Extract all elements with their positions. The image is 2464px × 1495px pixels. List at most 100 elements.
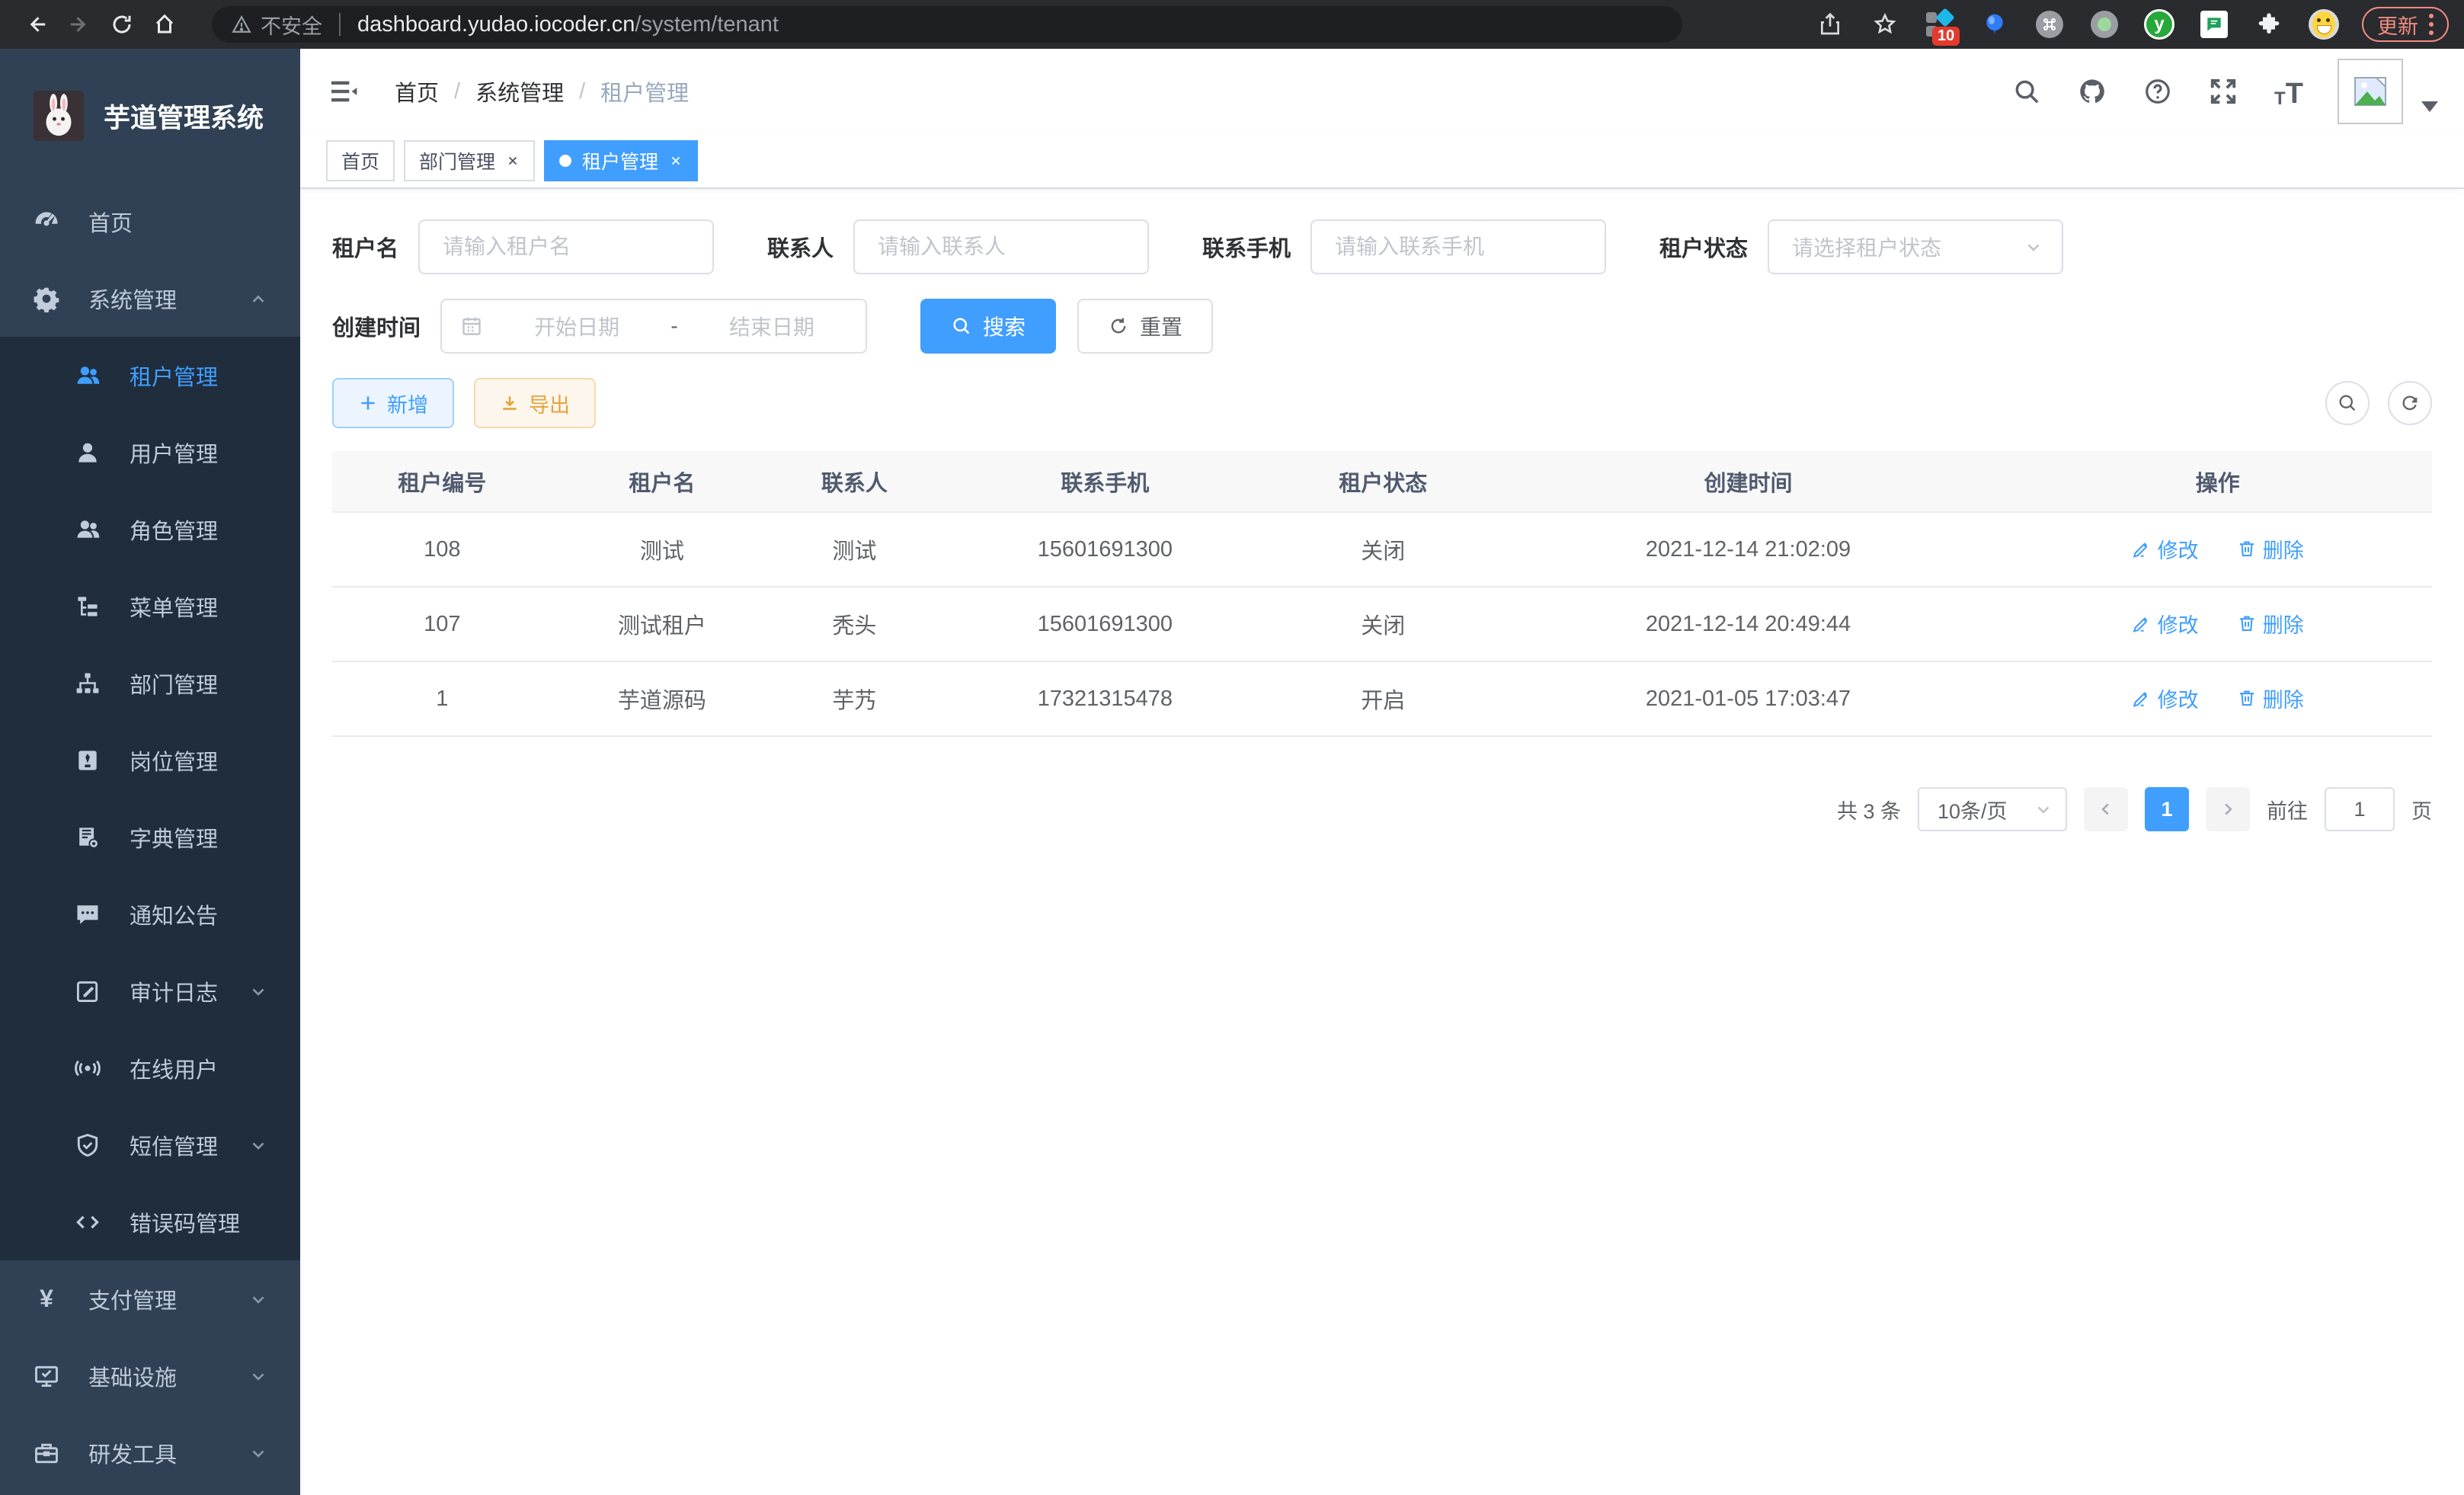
mobile-input[interactable] — [1310, 219, 1606, 274]
hide-search-button[interactable] — [2325, 381, 2370, 425]
sidebar-logo[interactable]: 芋道管理系统 — [0, 49, 300, 183]
home-icon[interactable] — [143, 3, 186, 46]
chevron-left-icon — [2098, 801, 2114, 818]
sidebar-item-system[interactable]: 系统管理 — [0, 260, 300, 337]
sidebar-item-infra[interactable]: 基础设施 — [0, 1337, 300, 1414]
back-icon[interactable] — [15, 3, 58, 46]
col-contact: 联系人 — [772, 451, 936, 512]
browser-menu-icon[interactable] — [2429, 14, 2434, 35]
address-bar[interactable]: 不安全 dashboard.yudao.iocoder.cn/system/te… — [212, 6, 1682, 43]
sidebar-item-user[interactable]: 用户管理 — [0, 414, 300, 491]
table-row: 108 测试 测试 15601691300 关闭 2021-12-14 21:0… — [332, 512, 2432, 587]
bookmark-star-icon[interactable] — [1868, 8, 1902, 41]
reset-button[interactable]: 重置 — [1077, 299, 1213, 354]
broadcast-icon — [73, 1054, 102, 1083]
sidebar-item-devtools[interactable]: 研发工具 — [0, 1414, 300, 1491]
search-button[interactable]: 搜索 — [920, 299, 1056, 354]
sidebar-item-tenant[interactable]: 租户管理 — [0, 337, 300, 414]
message-icon — [73, 900, 102, 929]
close-icon[interactable] — [506, 154, 520, 168]
cell-name: 芋道源码 — [552, 661, 773, 736]
chevron-up-icon — [248, 289, 268, 309]
next-page-button[interactable] — [2206, 787, 2250, 831]
search-icon[interactable] — [2010, 75, 2043, 108]
delete-link[interactable]: 删除 — [2237, 534, 2304, 564]
cell-contact: 芋艿 — [772, 661, 936, 736]
sidebar-item-dept[interactable]: 部门管理 — [0, 645, 300, 722]
extension-tasks-icon[interactable]: 10 — [1923, 8, 1957, 41]
forward-icon[interactable] — [58, 3, 101, 46]
github-icon[interactable] — [2075, 75, 2109, 108]
sidebar-item-label: 研发工具 — [88, 1437, 177, 1469]
chrome-update-button[interactable]: 更新 — [2362, 7, 2449, 42]
edit-link[interactable]: 修改 — [2132, 683, 2199, 713]
avatar-caret-icon[interactable] — [2421, 101, 2438, 112]
fullscreen-icon[interactable] — [2206, 75, 2240, 108]
sidebar-item-menu[interactable]: 菜单管理 — [0, 568, 300, 645]
extension-balloon-icon[interactable] — [1978, 8, 2011, 41]
tab-home[interactable]: 首页 — [326, 140, 395, 181]
extension-chat-icon[interactable] — [2197, 8, 2231, 41]
table-row: 1 芋道源码 芋艿 17321315478 开启 2021-01-05 17:0… — [332, 661, 2432, 736]
reload-icon[interactable] — [101, 3, 143, 46]
goto-page-input[interactable] — [2325, 787, 2395, 831]
tenant-table: 租户编号 租户名 联系人 联系手机 租户状态 创建时间 操作 108 测试 测试 — [332, 451, 2432, 737]
sidebar-item-home[interactable]: 首页 — [0, 183, 300, 260]
divider — [339, 13, 341, 36]
breadcrumb-home[interactable]: 首页 — [395, 75, 439, 107]
chevron-right-icon — [2219, 801, 2236, 818]
export-button[interactable]: 导出 — [474, 378, 596, 428]
add-button[interactable]: 新增 — [332, 378, 454, 428]
calendar-icon — [460, 315, 483, 338]
avatar[interactable] — [2338, 59, 2403, 124]
sidebar-item-pay[interactable]: ¥ 支付管理 — [0, 1260, 300, 1337]
share-icon[interactable] — [1813, 8, 1847, 41]
sidebar-item-audit[interactable]: 审计日志 — [0, 952, 300, 1029]
sidebar-item-label: 支付管理 — [88, 1283, 177, 1315]
sidebar-item-role[interactable]: 角色管理 — [0, 491, 300, 568]
date-range-picker[interactable]: 开始日期 - 结束日期 — [440, 299, 867, 354]
pencil-icon — [2132, 688, 2152, 708]
font-size-icon[interactable]: TT — [2272, 75, 2306, 108]
log-edit-icon — [73, 977, 102, 1006]
sidebar-item-label: 错误码管理 — [130, 1206, 240, 1238]
tenant-name-input[interactable] — [418, 219, 714, 274]
delete-link[interactable]: 删除 — [2237, 609, 2304, 639]
cell-id: 107 — [332, 587, 552, 661]
help-icon[interactable] — [2141, 75, 2174, 108]
edit-link[interactable]: 修改 — [2132, 534, 2199, 564]
breadcrumb-system[interactable]: 系统管理 — [475, 75, 564, 107]
date-end-placeholder: 结束日期 — [696, 311, 847, 341]
tab-dept[interactable]: 部门管理 — [404, 140, 535, 181]
sidebar-collapse-icon[interactable] — [326, 75, 360, 108]
sidebar-item-online[interactable]: 在线用户 — [0, 1029, 300, 1106]
close-icon[interactable] — [669, 154, 683, 168]
sidebar-item-notice[interactable]: 通知公告 — [0, 876, 300, 952]
page-number-button[interactable]: 1 — [2145, 787, 2189, 831]
breadcrumb: 首页 / 系统管理 / 租户管理 — [395, 75, 689, 107]
sidebar-item-errcode[interactable]: 错误码管理 — [0, 1183, 300, 1260]
browser-toolbar: 不安全 dashboard.yudao.iocoder.cn/system/te… — [0, 0, 2464, 49]
extension-y-icon[interactable]: y — [2142, 8, 2176, 41]
extension-recorder-icon[interactable] — [2088, 8, 2121, 41]
col-status: 租户状态 — [1273, 451, 1493, 512]
prev-page-button[interactable] — [2084, 787, 2128, 831]
sidebar-item-sms[interactable]: 短信管理 — [0, 1106, 300, 1183]
chevron-down-icon — [248, 1366, 268, 1386]
refresh-table-button[interactable] — [2388, 381, 2432, 425]
status-select[interactable]: 请选择租户状态 — [1768, 219, 2063, 274]
extension-command-icon[interactable] — [2033, 8, 2066, 41]
page-size-select[interactable]: 10条/页 — [1918, 787, 2067, 831]
profile-avatar-icon[interactable] — [2307, 8, 2341, 41]
sidebar-item-post[interactable]: 岗位管理 — [0, 722, 300, 799]
tree-icon — [73, 592, 102, 621]
extension-badge: 10 — [1932, 27, 1960, 46]
delete-link[interactable]: 删除 — [2237, 683, 2304, 713]
sidebar-item-dict[interactable]: 字典管理 — [0, 799, 300, 876]
contact-input[interactable] — [853, 219, 1149, 274]
tab-tenant[interactable]: 租户管理 — [544, 140, 698, 181]
search-icon — [2337, 392, 2358, 414]
extensions-puzzle-icon[interactable] — [2252, 8, 2286, 41]
cell-mobile: 15601691300 — [937, 512, 1273, 587]
edit-link[interactable]: 修改 — [2132, 609, 2199, 639]
